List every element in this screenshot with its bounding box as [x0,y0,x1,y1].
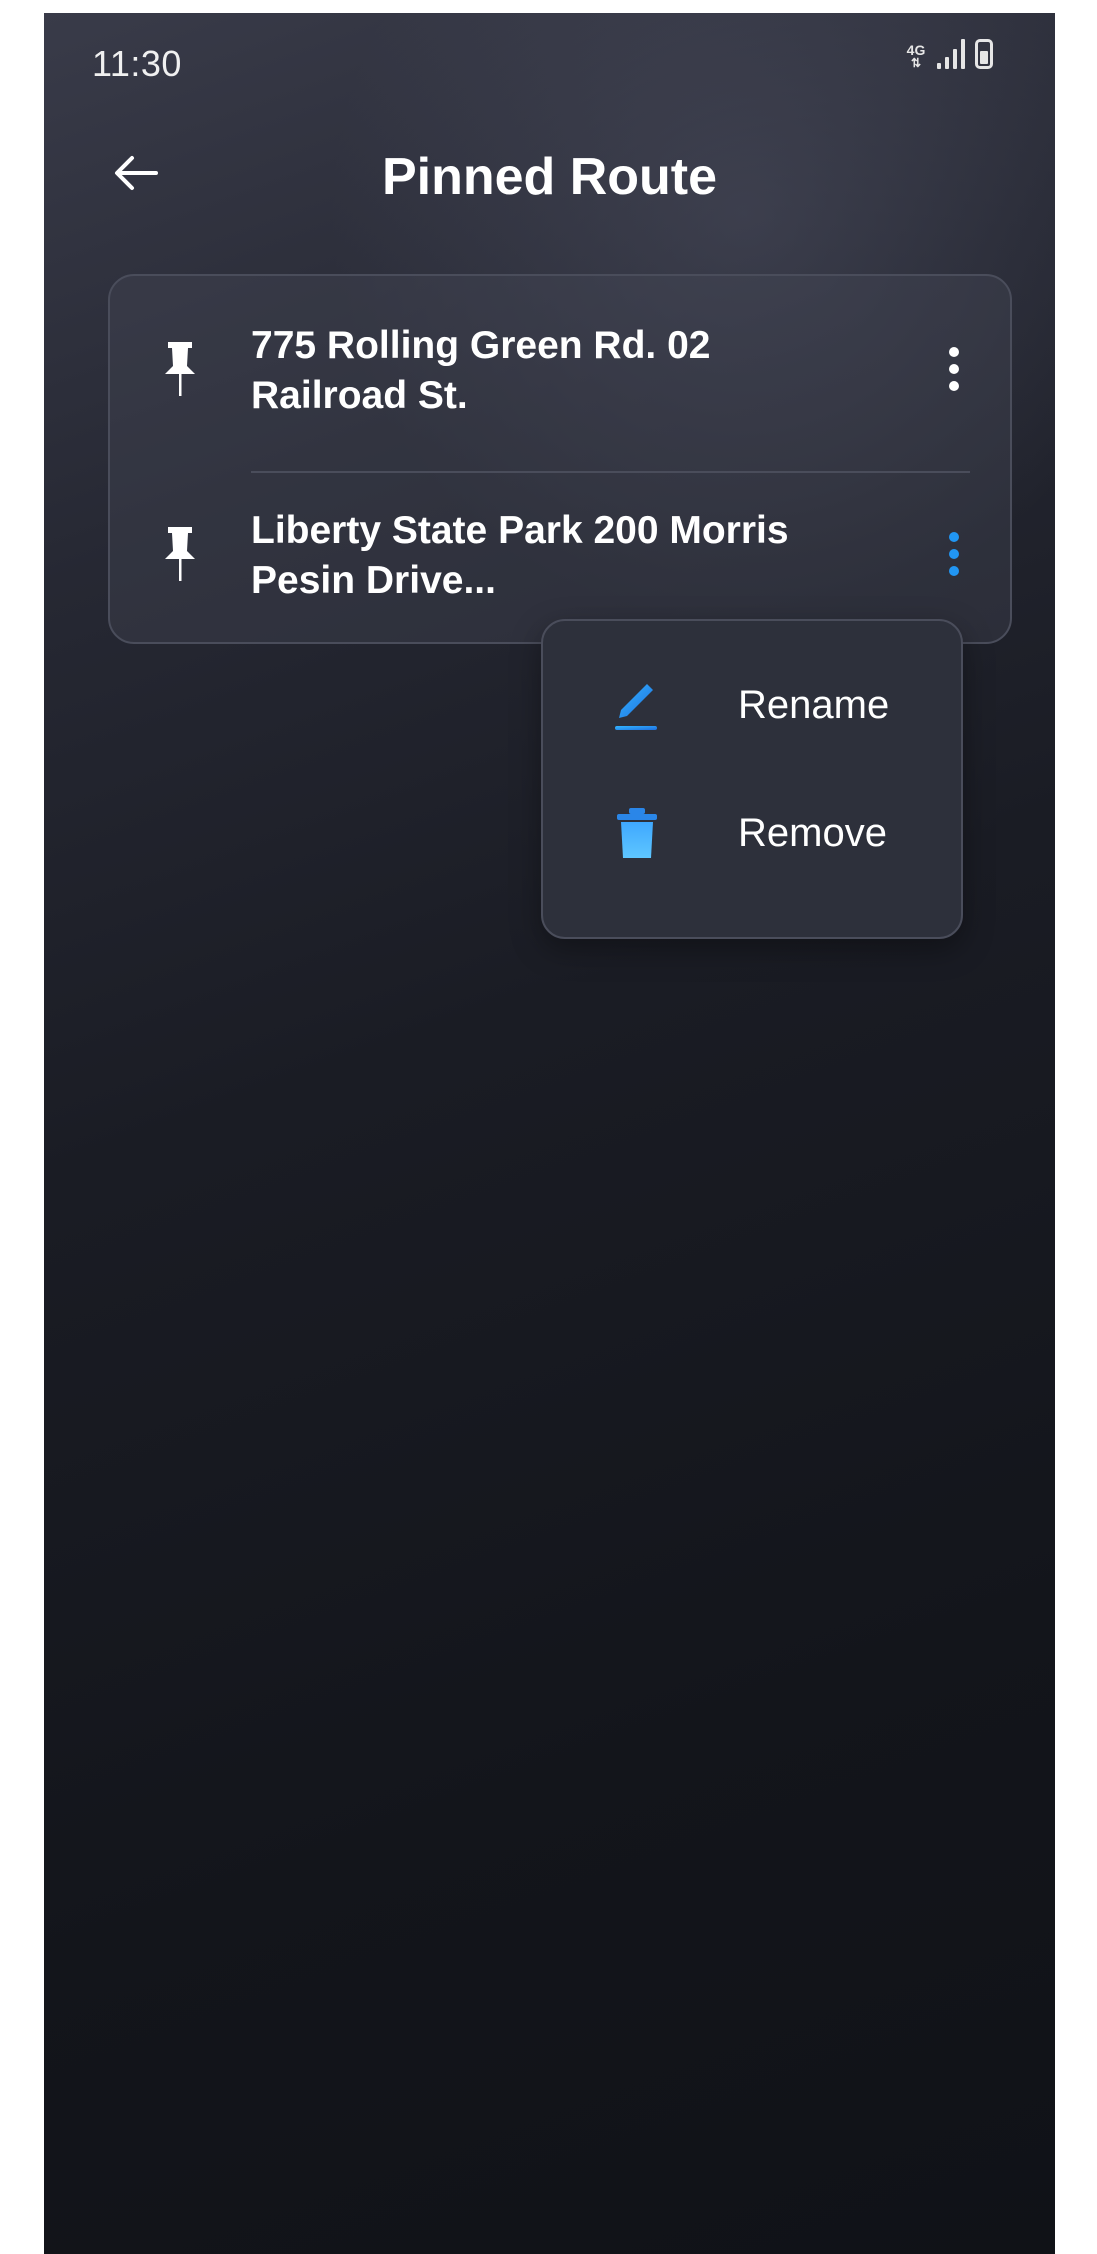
page-title: Pinned Route [381,148,718,206]
app-screen: 11:30 4G ⇅ Pinned Route 775 Rolling Gree… [44,13,1055,2254]
dot [949,566,959,576]
dot [949,347,959,357]
more-options-button[interactable] [936,334,972,404]
dot [949,364,959,374]
route-item[interactable]: Liberty State Park 200 Morris Pesin Driv… [110,481,1010,631]
route-address-line1: Liberty State Park 200 Morris [251,509,789,552]
route-address: 775 Rolling Green Rd. 02 Railroad St. [251,321,871,421]
route-address-line2: Railroad St. [251,374,468,417]
remove-label: Remove [738,811,887,855]
rename-label: Rename [738,683,890,727]
route-address-line2: Pesin Drive... [251,559,496,602]
dot [949,532,959,542]
network-4g-icon: 4G ⇅ [906,42,926,70]
rename-menu-item[interactable]: Rename [543,651,961,761]
pin-icon [165,342,195,396]
route-address: Liberty State Park 200 Morris Pesin Driv… [251,506,871,606]
more-options-button-active[interactable] [936,519,972,589]
divider [251,471,970,473]
route-address-line1: 775 Rolling Green Rd. 02 [251,324,711,367]
network-label: 4G [906,42,926,58]
context-menu: Rename Remove [541,619,963,939]
dot [949,381,959,391]
trash-icon [617,808,657,858]
route-item[interactable]: 775 Rolling Green Rd. 02 Railroad St. [110,296,1010,446]
dot [949,549,959,559]
remove-menu-item[interactable]: Remove [543,779,961,889]
status-time: 11:30 [92,43,182,84]
battery-icon [975,39,993,69]
pin-icon [165,527,195,581]
edit-pencil-icon [615,684,657,730]
signal-strength-icon [937,37,965,69]
pinned-routes-card: 775 Rolling Green Rd. 02 Railroad St. Li… [108,274,1012,644]
status-icons: 4G ⇅ [905,37,993,69]
